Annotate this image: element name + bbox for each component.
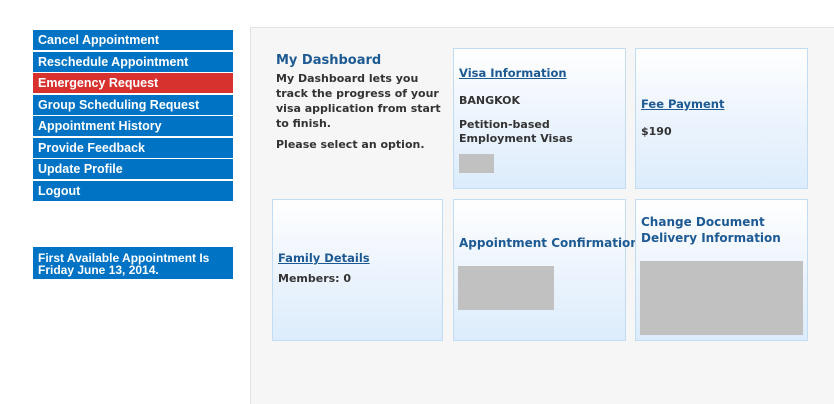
sidebar-item-logout[interactable]: Logout <box>33 180 233 201</box>
sidebar-item-reschedule-appointment[interactable]: Reschedule Appointment <box>33 51 233 72</box>
family-members-count: Members: 0 <box>278 272 352 285</box>
visa-location: BANGKOK <box>459 94 521 107</box>
appointment-confirmation-heading: Appointment Confirmation <box>459 236 639 250</box>
visa-type: Petition-based Employment Visas <box>459 118 573 145</box>
document-delivery-heading: Change Document Delivery Information <box>641 215 781 245</box>
fee-payment-tile[interactable]: Fee Payment $190 <box>635 48 808 189</box>
dashboard-instruction: Please select an option. <box>276 138 425 151</box>
sidebar-item-appointment-history[interactable]: Appointment History <box>33 116 233 136</box>
fee-amount: $190 <box>641 125 672 138</box>
appointment-confirmation-tile[interactable]: Appointment Confirmation <box>453 199 639 341</box>
family-details-link[interactable]: Family Details <box>278 251 370 265</box>
visa-information-tile[interactable]: Visa Information BANGKOK Petition-based … <box>453 48 626 189</box>
visa-information-link[interactable]: Visa Information <box>459 66 567 80</box>
family-details-tile[interactable]: Family Details Members: 0 <box>272 199 443 341</box>
fee-payment-link[interactable]: Fee Payment <box>641 97 724 111</box>
document-delivery-tile[interactable]: Change Document Delivery Information <box>635 199 808 341</box>
sidebar-item-provide-feedback[interactable]: Provide Feedback <box>33 137 233 158</box>
document-delivery-placeholder <box>640 261 803 335</box>
visa-status-placeholder <box>459 154 494 173</box>
sidebar-item-emergency-request[interactable]: Emergency Request <box>33 73 233 93</box>
sidebar-item-update-profile[interactable]: Update Profile <box>33 159 233 179</box>
first-available-appointment-banner: First Available Appointment Is Friday Ju… <box>33 247 233 279</box>
page-title: My Dashboard <box>276 53 382 68</box>
dashboard-description: My Dashboard lets you track the progress… <box>276 72 441 130</box>
sidebar-item-cancel-appointment[interactable]: Cancel Appointment <box>33 30 233 50</box>
sidebar-item-group-scheduling-request[interactable]: Group Scheduling Request <box>33 94 233 115</box>
appointment-confirmation-placeholder <box>458 266 554 310</box>
sidebar-nav: Cancel Appointment Reschedule Appointmen… <box>33 30 233 202</box>
dashboard-intro: My Dashboard My Dashboard lets you track… <box>276 53 446 158</box>
